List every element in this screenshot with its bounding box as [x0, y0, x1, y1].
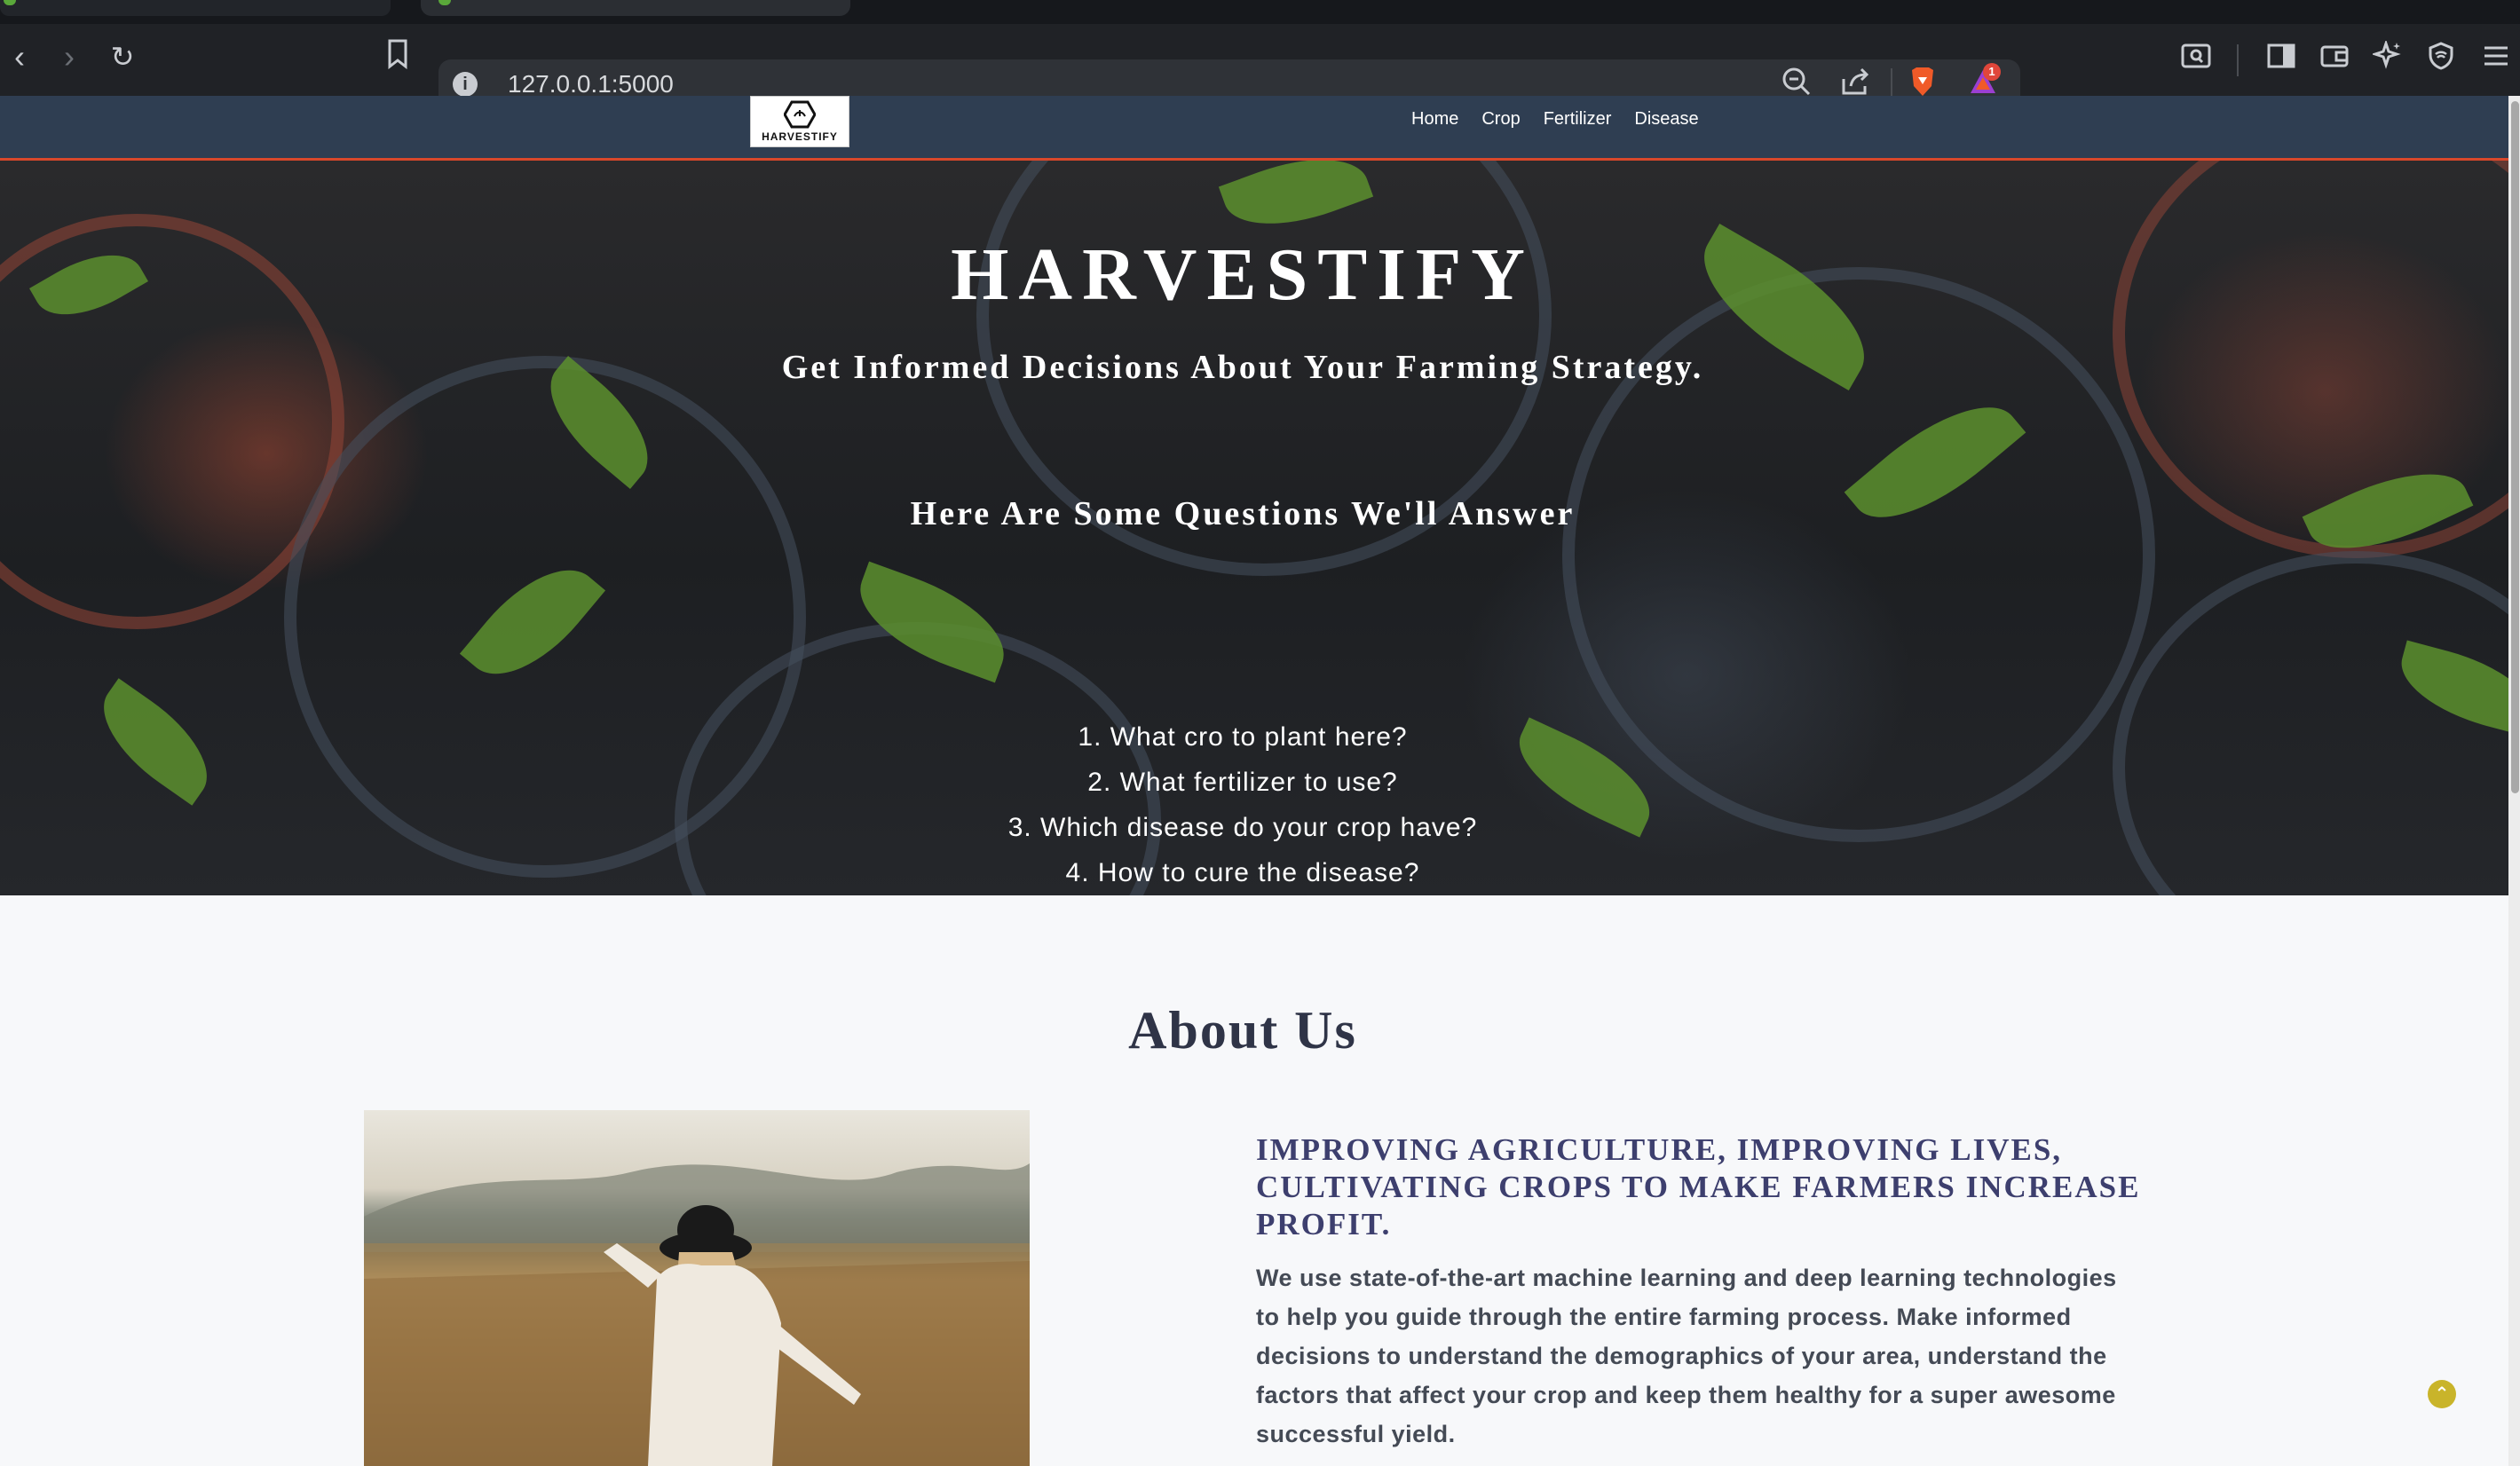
- tab-favicon-icon: [438, 0, 451, 5]
- browser-tab-strip: [0, 0, 2520, 24]
- media-search-icon[interactable]: [2176, 41, 2216, 76]
- about-image: [364, 1110, 1030, 1466]
- nav-disease[interactable]: Disease: [1634, 108, 1698, 130]
- about-body-text: We use state-of-the-art machine learning…: [1256, 1265, 2117, 1447]
- about-title: About Us: [1128, 1001, 1357, 1060]
- rewards-badge: 1: [1983, 63, 2001, 81]
- site-info-icon[interactable]: i: [453, 72, 478, 97]
- sidebar-toggle-icon[interactable]: [2262, 41, 2301, 76]
- scroll-to-top-button[interactable]: ⌃: [2428, 1380, 2456, 1408]
- logo-hexagon-icon: [783, 100, 817, 129]
- question-item: 1. What cro to plant here?: [1078, 722, 1408, 752]
- leo-ai-icon[interactable]: [2368, 39, 2407, 76]
- question-item: 3. Which disease do your crop have?: [1007, 813, 1478, 842]
- wallet-icon[interactable]: [2315, 41, 2354, 76]
- nav-fertilizer[interactable]: Fertilizer: [1544, 108, 1612, 130]
- chevron-up-icon: ⌃: [2434, 1383, 2450, 1404]
- browser-toolbar: ‹ › ↻ i 127.0.0.1:5000 1: [0, 24, 2520, 109]
- back-icon[interactable]: ‹: [0, 39, 39, 75]
- site-nav-links: Home Crop Fertilizer Disease: [1411, 108, 1722, 130]
- hero-title: HARVESTIFY: [951, 233, 1535, 316]
- questions-heading: Here Are Some Questions We'll Answer: [910, 495, 1576, 532]
- bookmark-icon[interactable]: [378, 39, 417, 75]
- menu-icon[interactable]: [2477, 41, 2516, 76]
- browser-tab-active[interactable]: [421, 0, 850, 16]
- nav-crop[interactable]: Crop: [1481, 108, 1520, 130]
- question-item: 2. What fertilizer to use?: [1087, 768, 1398, 797]
- site-logo[interactable]: HARVESTIFY: [750, 96, 849, 147]
- forward-icon[interactable]: ›: [50, 39, 89, 75]
- nav-home[interactable]: Home: [1411, 108, 1458, 130]
- logo-text: HARVESTIFY: [762, 130, 838, 143]
- url-text[interactable]: 127.0.0.1:5000: [508, 70, 674, 99]
- reload-icon[interactable]: ↻: [103, 39, 142, 75]
- tab-favicon-icon: [4, 0, 16, 5]
- site-navbar: [0, 96, 2508, 161]
- separator: [2237, 44, 2239, 76]
- about-heading: IMPROVING AGRICULTURE, IMPROVING LIVES, …: [1256, 1132, 2141, 1241]
- vpn-shield-icon[interactable]: [2421, 41, 2461, 76]
- hero-subtitle: Get Informed Decisions About Your Farmin…: [781, 349, 1704, 386]
- page-scrollbar-thumb[interactable]: [2511, 101, 2519, 793]
- question-item: 4. How to cure the disease?: [1065, 858, 1420, 887]
- browser-tab[interactable]: [0, 0, 391, 16]
